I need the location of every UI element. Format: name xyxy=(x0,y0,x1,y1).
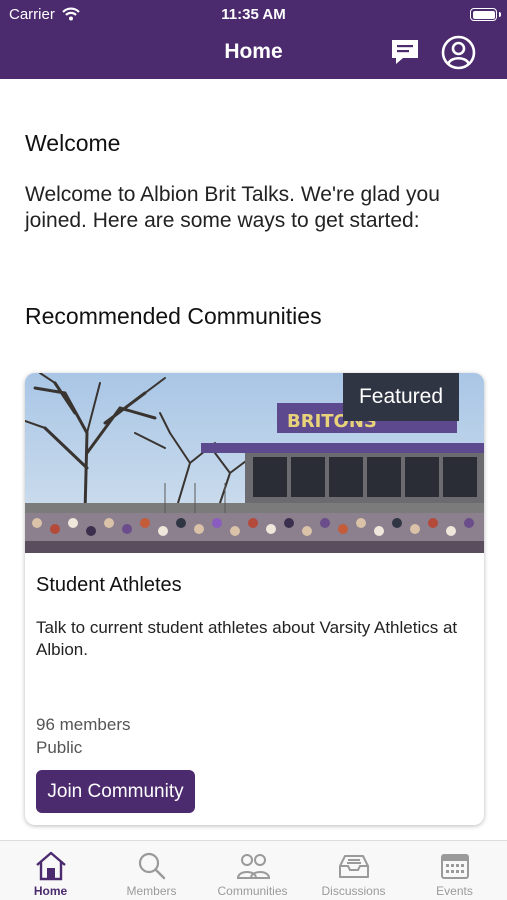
community-visibility: Public xyxy=(36,738,83,757)
tab-events-label: Events xyxy=(436,884,473,898)
recommended-communities-heading: Recommended Communities xyxy=(25,303,322,329)
welcome-heading: Welcome xyxy=(25,130,121,156)
join-community-button[interactable]: Join Community xyxy=(36,770,195,813)
clock: 11:35 AM xyxy=(221,6,286,23)
battery-icon xyxy=(470,8,501,21)
status-bar: Carrier 11:35 AM xyxy=(0,5,507,25)
tab-home[interactable]: Home xyxy=(0,841,101,900)
welcome-text: Welcome to Albion Brit Talks. We're glad… xyxy=(25,183,440,232)
community-title[interactable]: Student Athletes xyxy=(36,574,182,597)
people-icon xyxy=(236,854,270,879)
tab-members[interactable]: Members xyxy=(101,841,202,900)
tab-members-label: Members xyxy=(126,884,177,898)
tab-discussions-label: Discussions xyxy=(321,884,386,898)
inbox-icon xyxy=(339,855,369,878)
main-content[interactable]: Welcome Welcome to Albion Brit Talks. We… xyxy=(0,79,507,840)
tab-communities-label: Communities xyxy=(217,884,288,898)
tab-discussions[interactable]: Discussions xyxy=(303,841,404,900)
home-icon xyxy=(36,851,66,881)
tab-events[interactable]: Events xyxy=(404,841,505,900)
page-title: Home xyxy=(224,40,283,63)
bottom-tab-bar: Home Members Communities Discussions Eve… xyxy=(0,840,507,900)
user-circle-icon[interactable] xyxy=(441,35,476,70)
chat-bubble-icon[interactable] xyxy=(389,36,421,68)
search-icon xyxy=(138,852,166,880)
featured-badge: Featured xyxy=(343,373,459,421)
calendar-icon xyxy=(441,854,469,879)
community-photo: BRITONS Featured xyxy=(25,373,484,553)
community-description: Talk to current student athletes about V… xyxy=(36,618,458,659)
tab-communities[interactable]: Communities xyxy=(202,841,303,900)
top-navigation-bar: Carrier 11:35 AM Home xyxy=(0,0,507,79)
community-card[interactable]: BRITONS Featured Student Athletes Talk t… xyxy=(25,373,484,825)
member-count: 96 members xyxy=(36,715,131,734)
tab-home-label: Home xyxy=(33,884,68,898)
